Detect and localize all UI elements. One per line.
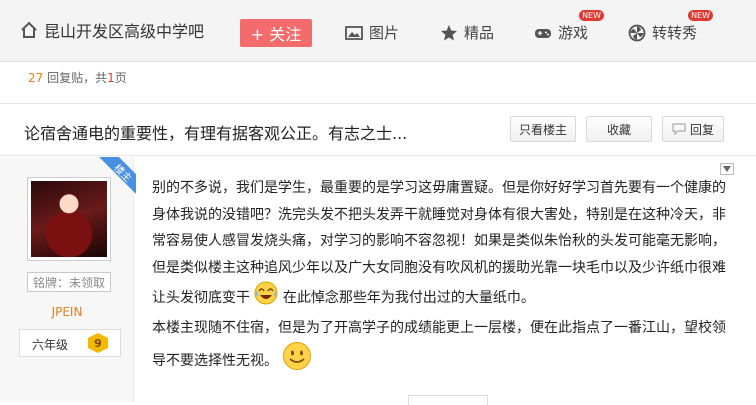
reply-count: 27 bbox=[28, 71, 44, 85]
gamepad-icon bbox=[535, 28, 551, 38]
only-op-button[interactable]: 只看楼主 bbox=[510, 116, 576, 142]
post-text: 在此悼念那些年为我付出过的大量纸巾。 bbox=[282, 289, 535, 306]
page-count: 1 bbox=[107, 71, 115, 85]
thread-header: 论宿舍通电的重要性，有理有据客观公正。有志之士... 只看楼主 收藏 回复 bbox=[0, 103, 756, 156]
page-count-label: 页 bbox=[114, 71, 127, 85]
reply-button-label: 回复 bbox=[689, 122, 714, 137]
post-floor-1: 铭牌：未领取 JPEIN 六年级 9 楼主 别的不多说，我们是学生，最重要的是学… bbox=[0, 157, 756, 405]
reply-count-info: 27 回复贴，共1页 bbox=[28, 69, 127, 86]
follow-button[interactable]: + 关注 bbox=[240, 19, 312, 47]
new-badge: NEW bbox=[688, 10, 714, 21]
op-ribbon: 楼主 bbox=[96, 157, 136, 197]
nav-item-label: 精品 bbox=[464, 24, 495, 42]
forum-name: 昆山开发区高级中学吧 bbox=[44, 22, 205, 41]
post-text: 别的不多说，我们是学生，最重要的是学习这毋庸置疑。但是你好好学习首先要有一个健康… bbox=[152, 180, 726, 306]
post-footer-box bbox=[408, 395, 488, 405]
top-nav-bar: 昆山开发区高级中学吧 + 关注 图片 精品 游戏 NEW 转转秀 NEW bbox=[0, 0, 756, 62]
level-number: 9 bbox=[88, 333, 108, 353]
forum-name-link[interactable]: 昆山开发区高级中学吧 bbox=[20, 18, 204, 42]
nav-item-label-wrap: 游戏 NEW bbox=[558, 10, 605, 43]
level-name: 六年级 bbox=[32, 338, 69, 352]
author-level[interactable]: 六年级 9 bbox=[19, 329, 121, 357]
reply-button[interactable]: 回复 bbox=[662, 116, 724, 142]
author-name[interactable]: JPEIN bbox=[0, 305, 134, 319]
crying-laugh-emoji-icon bbox=[254, 281, 278, 315]
home-icon bbox=[21, 21, 37, 38]
op-ribbon-wrap: 楼主 bbox=[96, 157, 136, 197]
chevron-down-icon bbox=[723, 166, 731, 172]
nav-item-zhuanzhuanxiu[interactable]: 转转秀 NEW bbox=[628, 10, 714, 43]
post-content: 别的不多说，我们是学生，最重要的是学习这毋庸置疑。但是你好好学习首先要有一个健康… bbox=[152, 175, 732, 381]
nav-item-label-wrap: 转转秀 NEW bbox=[652, 10, 714, 43]
nav-item-featured[interactable]: 精品 bbox=[440, 22, 494, 43]
nav-item-label: 转转秀 bbox=[652, 24, 698, 42]
post-paragraph: 别的不多说，我们是学生，最重要的是学习这毋庸置疑。但是你好好学习首先要有一个健康… bbox=[152, 175, 732, 315]
nav-item-images[interactable]: 图片 bbox=[345, 22, 399, 43]
post-options-dropdown[interactable] bbox=[720, 163, 734, 175]
image-icon bbox=[345, 25, 363, 40]
nav-item-games[interactable]: 游戏 NEW bbox=[534, 10, 605, 43]
post-paragraph: 本楼主现随不住宿，但是为了开高学子的成绩能更上一层楼，便在此指点了一番江山，望校… bbox=[152, 315, 732, 381]
pinwheel-icon bbox=[628, 24, 646, 41]
nav-item-label: 图片 bbox=[369, 24, 400, 42]
new-badge: NEW bbox=[579, 10, 605, 21]
favorite-button[interactable]: 收藏 bbox=[586, 116, 652, 142]
comment-icon bbox=[672, 123, 686, 135]
post-text: 本楼主现随不住宿，但是为了开高学子的成绩能更上一层楼，便在此指点了一番江山，望校… bbox=[152, 319, 726, 369]
star-icon bbox=[441, 24, 457, 40]
reply-count-label: 回复贴，共 bbox=[47, 71, 108, 85]
thread-title: 论宿舍通电的重要性，有理有据客观公正。有志之士... bbox=[24, 124, 408, 143]
smile-emoji-icon bbox=[282, 341, 312, 381]
medal-badge[interactable]: 铭牌：未领取 bbox=[27, 272, 111, 292]
nav-item-label: 游戏 bbox=[558, 24, 589, 42]
